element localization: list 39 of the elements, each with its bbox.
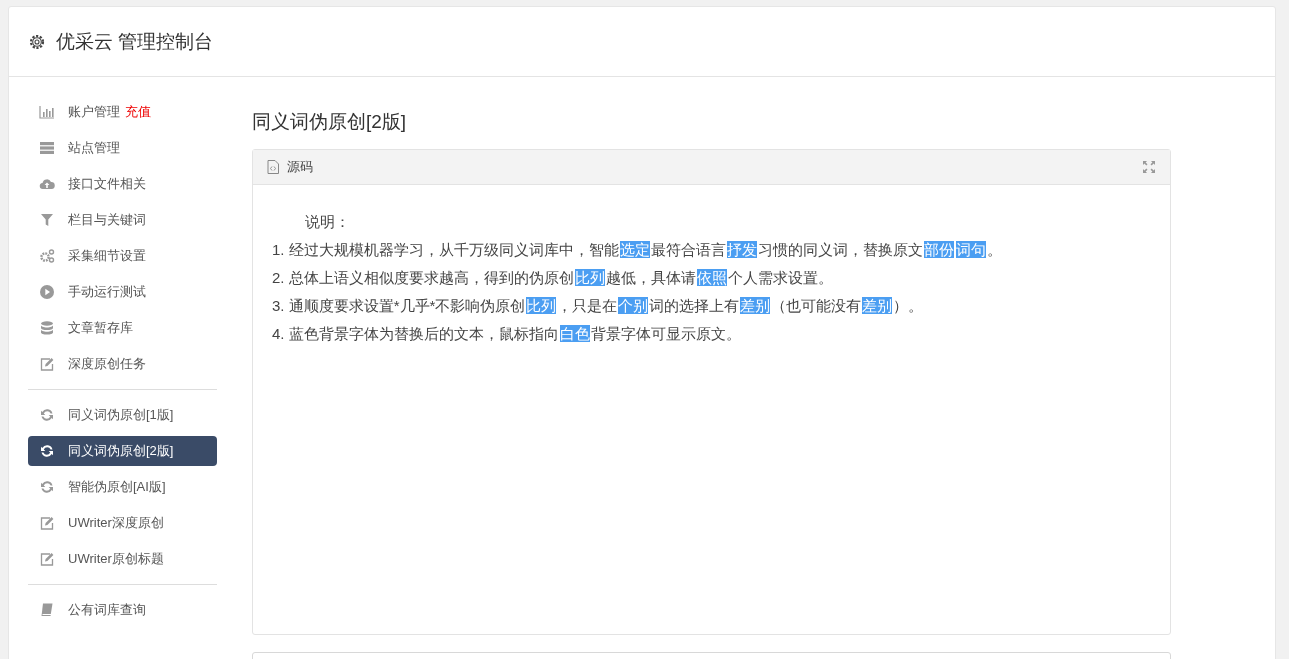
database-icon bbox=[39, 320, 55, 336]
chart-icon bbox=[39, 104, 55, 120]
cloud-icon bbox=[39, 176, 55, 192]
fullscreen-icon[interactable] bbox=[1142, 160, 1156, 174]
note-text: 4. 蓝色背景字体为替换后的文本，鼠标指向 白色背景字体可显示原文。 bbox=[272, 324, 742, 344]
refresh-icon bbox=[39, 479, 55, 495]
sidebar-item[interactable]: 文章暂存库 bbox=[28, 313, 217, 343]
sidebar-item[interactable]: 同义词伪原创[2版] bbox=[28, 436, 217, 466]
app-title: 优采云 管理控制台 bbox=[56, 29, 214, 54]
sidebar-item[interactable]: UWriter深度原创 bbox=[28, 508, 217, 538]
filter-icon bbox=[39, 212, 55, 228]
note-text: 2. 总体上语义相似度要求越高，得到的伪原创比列越低，具体请依照个人需求设置。 bbox=[272, 268, 834, 288]
note-text: 1. 经过大规模机器学习，从千万级同义词库中，智能选定最符合语言抒发习惯的同义词，替换原文部份词句。 bbox=[272, 240, 1003, 260]
sidebar-item[interactable]: 采集细节设置 bbox=[28, 241, 217, 271]
sidebar-item[interactable]: 账户管理 充值 bbox=[28, 97, 217, 127]
sidebar-item[interactable]: 公有词库查询 bbox=[28, 595, 217, 625]
sidebar-item[interactable]: 栏目与关键词 bbox=[28, 205, 217, 235]
edit-icon bbox=[39, 515, 55, 531]
edit-icon bbox=[39, 356, 55, 372]
sidebar-item[interactable]: 深度原创任务 bbox=[28, 349, 217, 379]
code-file-icon bbox=[267, 160, 279, 174]
page-title: 同义词伪原创[2版] bbox=[252, 110, 408, 134]
book-icon bbox=[39, 602, 55, 618]
edit-icon bbox=[39, 551, 55, 567]
sidebar-item[interactable]: 接口文件相关 bbox=[28, 169, 217, 199]
settings-icon bbox=[28, 32, 46, 51]
play-icon bbox=[39, 284, 55, 300]
sidebar-item[interactable]: 站点管理 bbox=[28, 133, 217, 163]
sidebar-item[interactable]: 同义词伪原创[1版] bbox=[28, 400, 217, 430]
sidebar-item[interactable]: 手动运行测试 bbox=[28, 277, 217, 307]
refresh-icon bbox=[39, 407, 55, 423]
sidebar-item[interactable]: 智能伪原创[AI版] bbox=[28, 472, 217, 502]
sidebar-item[interactable]: UWriter原创标题 bbox=[28, 544, 217, 574]
gears-icon bbox=[39, 248, 55, 264]
server-icon bbox=[39, 140, 55, 156]
panel-title: 源码 bbox=[287, 158, 313, 176]
refresh-icon bbox=[39, 443, 55, 459]
note-text: 3. 通顺度要求设置*几乎*不影响伪原创比列，只是在个别词的选择上有差别（也可能没有差别）。 bbox=[272, 296, 925, 316]
intro-label: 说明： bbox=[304, 212, 351, 232]
